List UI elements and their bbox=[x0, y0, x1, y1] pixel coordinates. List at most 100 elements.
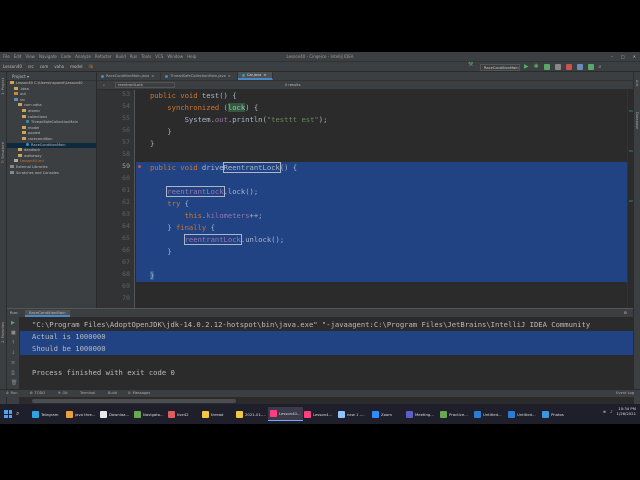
minimize-button[interactable]: – bbox=[611, 52, 613, 61]
clock[interactable]: 10:34 PM 1/26/2021 bbox=[617, 406, 636, 416]
taskbar-app[interactable]: Lesson4... bbox=[302, 407, 334, 421]
app-icon bbox=[202, 410, 209, 418]
line-number: 67 bbox=[122, 258, 130, 266]
code-editor[interactable]: 53 54 55 56 57 58 59 60 61 62 63 64 65 6… bbox=[97, 90, 633, 308]
gear-icon[interactable]: ⚙ bbox=[624, 309, 627, 317]
system-tray: ≋ ♪ 10:34 PM 1/26/2021 bbox=[603, 406, 636, 416]
taskbar-app[interactable]: 2021-01-... bbox=[234, 407, 268, 421]
network-icon[interactable]: ≋ bbox=[603, 409, 606, 414]
git-commit-icon[interactable] bbox=[587, 64, 594, 70]
taskbar-app-label: Lesson4... bbox=[313, 411, 333, 417]
rerun-icon[interactable]: ▶ bbox=[11, 321, 16, 326]
up-icon[interactable]: ↑ bbox=[11, 341, 16, 346]
breadcrumb-item[interactable]: com bbox=[40, 62, 49, 72]
app-icon bbox=[168, 410, 175, 418]
line-number: 68 bbox=[122, 270, 130, 278]
profile-icon[interactable] bbox=[554, 64, 561, 70]
editor-scrollbar[interactable] bbox=[627, 90, 633, 308]
taskbar-app[interactable]: Untitled... bbox=[472, 407, 504, 421]
tab-raceconditionmain[interactable]: RaceConditionMain.java × bbox=[97, 72, 162, 81]
app-icon bbox=[100, 410, 107, 418]
breadcrumb-item[interactable]: Lesson40 bbox=[3, 62, 22, 72]
down-icon[interactable]: ↓ bbox=[11, 351, 16, 356]
project-tool-label[interactable]: 1: Project bbox=[1, 78, 5, 95]
taskbar-app[interactable]: Practice... bbox=[438, 407, 470, 421]
tool-run[interactable]: 4: Run bbox=[6, 390, 18, 397]
code-line: this.kilometers++; bbox=[184, 211, 263, 220]
breadcrumb: Lesson40 src com vaha model lib bbox=[3, 62, 93, 72]
breadcrumb-item[interactable]: vaha bbox=[54, 62, 64, 72]
run-config-select[interactable]: RaceConditionMain bbox=[480, 64, 520, 71]
print-icon[interactable]: ⎙ bbox=[11, 371, 16, 376]
search-everywhere-icon[interactable]: ⌕ bbox=[599, 64, 602, 70]
stop-icon[interactable] bbox=[565, 64, 572, 70]
class-icon bbox=[26, 142, 29, 146]
taskbar-app[interactable]: Photos bbox=[540, 407, 566, 421]
play-icon[interactable]: ▶ bbox=[524, 64, 529, 70]
close-tab-icon[interactable]: × bbox=[228, 72, 231, 81]
taskbar-app[interactable]: Meeting... bbox=[404, 407, 436, 421]
tool-todo[interactable]: 6: TODO bbox=[30, 390, 45, 397]
git-update-icon[interactable] bbox=[576, 64, 583, 70]
taskbar-app[interactable]: Untitled... bbox=[506, 407, 538, 421]
code-line: public void driveReentrantLock() { bbox=[149, 162, 298, 173]
breadcrumb-item[interactable]: lib bbox=[89, 62, 94, 72]
tree-item[interactable]: Scratches and Consoles bbox=[7, 170, 96, 177]
coverage-icon[interactable] bbox=[543, 64, 550, 70]
taskbar-app[interactable]: Telegram bbox=[30, 407, 60, 421]
line-number: 56 bbox=[122, 126, 130, 134]
structure-tool-label[interactable]: 7: Structure bbox=[1, 142, 5, 163]
folder-icon bbox=[18, 153, 22, 157]
line-number: 54 bbox=[122, 102, 130, 110]
taskbar-app[interactable]: live42 bbox=[166, 407, 191, 421]
taskbar-app-label: live42 bbox=[177, 411, 189, 417]
taskbar-app[interactable]: Zoom bbox=[370, 407, 394, 421]
console-scrollbar[interactable] bbox=[32, 399, 236, 403]
trash-icon[interactable]: 🗑 bbox=[11, 381, 17, 386]
taskbar-app[interactable]: java thre... bbox=[64, 407, 98, 421]
taskbar-app[interactable]: Navigato... bbox=[132, 407, 166, 421]
line-number: 53 bbox=[122, 90, 130, 98]
search-input[interactable]: reentrantLock bbox=[115, 82, 175, 88]
volume-icon[interactable]: ♪ bbox=[610, 409, 612, 414]
project-header[interactable]: Project ▾ bbox=[7, 72, 96, 81]
breakpoint-icon[interactable]: ● bbox=[138, 164, 141, 170]
tool-terminal[interactable]: Terminal bbox=[80, 390, 95, 397]
wrap-icon[interactable]: ≡ bbox=[11, 361, 16, 366]
close-button[interactable]: ✕ bbox=[633, 52, 636, 61]
code-line: } bbox=[137, 139, 155, 148]
maven-tool-label[interactable]: Database bbox=[635, 112, 639, 129]
tab-car[interactable]: Car.java × bbox=[237, 71, 274, 80]
close-tab-icon[interactable]: × bbox=[263, 71, 266, 80]
windows-start-icon[interactable] bbox=[4, 410, 12, 418]
tool-messages[interactable]: 0: Messages bbox=[128, 390, 150, 397]
taskbar-app-label: Meeting... bbox=[415, 411, 434, 417]
taskbar-app[interactable]: Lesson40... bbox=[268, 407, 303, 421]
taskbar-app[interactable]: Downloa... bbox=[98, 407, 131, 421]
close-tab-icon[interactable]: × bbox=[151, 72, 154, 81]
taskbar-app-label: Navigato... bbox=[143, 411, 164, 417]
folder-icon bbox=[18, 103, 22, 107]
tab-threadsafecollectionmain[interactable]: ThreadSafeCollectionMain.java × bbox=[161, 72, 238, 80]
run-console[interactable]: "C:\Program Files\AdoptOpenJDK\jdk-14.0.… bbox=[20, 317, 633, 417]
search-icon[interactable]: ⌕ bbox=[16, 410, 19, 418]
taskbar-app[interactable]: new 1 -... bbox=[336, 407, 367, 421]
tool-build[interactable]: Build bbox=[108, 390, 117, 397]
tree-item-label: src bbox=[20, 97, 26, 102]
debug-icon[interactable]: ✱ bbox=[534, 64, 539, 70]
code-line: synchronized (lock) { bbox=[167, 103, 259, 112]
taskbar-app[interactable]: thread bbox=[200, 407, 225, 421]
run-tab[interactable]: RaceConditionMain bbox=[25, 310, 70, 317]
line-number: 62 bbox=[122, 198, 130, 206]
stop-icon[interactable]: ■ bbox=[11, 331, 16, 336]
breadcrumb-item[interactable]: model bbox=[70, 62, 82, 72]
code-line: System.out.println("testtt est"); bbox=[137, 115, 328, 124]
favorites-tool-label[interactable]: 2: Favorites bbox=[1, 322, 5, 343]
breadcrumb-item[interactable]: src bbox=[28, 62, 34, 72]
editor-gutter: 53 54 55 56 57 58 59 60 61 62 63 64 65 6… bbox=[97, 90, 135, 308]
build-icon[interactable]: ⚒ bbox=[468, 62, 473, 68]
tool-git[interactable]: 9: Git bbox=[58, 390, 68, 397]
tool-event-log[interactable]: Event Log bbox=[616, 390, 634, 397]
database-tool-label[interactable]: Ant bbox=[635, 80, 639, 86]
maximize-button[interactable]: □ bbox=[621, 52, 625, 61]
